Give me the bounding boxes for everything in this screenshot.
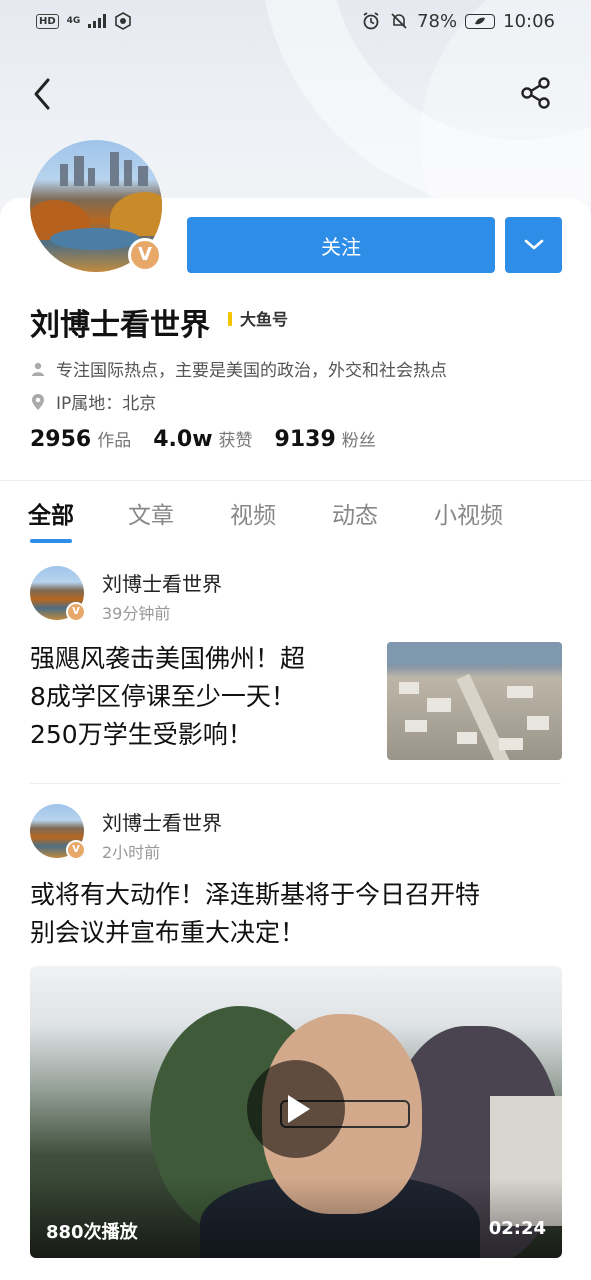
battery-icon (465, 13, 496, 29)
post-title-line: 别会议并宣布重大决定！ (30, 918, 306, 947)
hd-indicator: HD (36, 13, 59, 29)
alarm-icon (363, 12, 379, 30)
video-view-count: 880次播放 (46, 1222, 138, 1243)
section-divider (0, 480, 591, 481)
profile-stats: 2956 作品 4.0w 获赞 9139 粉丝 (30, 426, 376, 452)
post-title-line: 250万学生受影响！ (30, 720, 253, 749)
post-title[interactable]: 或将有大动作！泽连斯基将于今日召开特 别会议并宣布重大决定！ (30, 876, 480, 952)
ip-location-text: IP属地：北京 (56, 394, 157, 414)
verified-badge-icon: V (66, 840, 86, 860)
battery-percent: 78% (417, 10, 458, 32)
status-bar-right: 78% 10:06 (361, 11, 555, 32)
tag-marker (228, 312, 232, 326)
stat-fans[interactable]: 9139 粉丝 (275, 426, 376, 452)
post-title-line: 或将有大动作！泽连斯基将于今日召开特 (30, 880, 481, 909)
post-divider (30, 783, 561, 784)
stat-value: 4.0w (153, 427, 213, 452)
post-title-line: 强飓风袭击美国佛州！超 (30, 644, 306, 673)
chevron-down-icon (524, 239, 543, 250)
verified-badge-icon: V (66, 602, 86, 622)
person-icon (30, 361, 46, 377)
stat-label: 获赞 (218, 431, 253, 451)
share-button[interactable] (518, 76, 556, 110)
content-tabs: 全部 文章 视频 动态 小视频 (0, 496, 591, 546)
verified-badge-icon: V (128, 238, 162, 272)
active-tab-indicator (30, 539, 72, 543)
stat-value: 9139 (274, 427, 336, 452)
back-button[interactable] (28, 74, 64, 114)
share-icon (521, 77, 550, 109)
post-thumbnail[interactable] (387, 642, 562, 760)
signal-icon (88, 14, 107, 28)
vpn-icon (115, 12, 132, 30)
stat-value: 2956 (30, 427, 92, 452)
status-bar: HD 4G 78% 10:06 (0, 0, 591, 42)
post-author-name[interactable]: 刘博士看世界 (102, 568, 222, 597)
status-bar-left: HD 4G (36, 12, 132, 30)
video-player[interactable]: 880次播放 02:24 (30, 966, 562, 1258)
tab-articles[interactable]: 文章 (128, 496, 174, 530)
post-title[interactable]: 强飓风袭击美国佛州！超 8成学区停课至少一天！ 250万学生受影响！ (30, 640, 305, 754)
tab-updates[interactable]: 动态 (332, 496, 378, 530)
account-type-tag: 大鱼号 (240, 310, 289, 329)
ip-row: IP属地：北京 (30, 389, 156, 414)
bio-row: 专注国际热点，主要是美国的政治，外交和社会热点 (30, 356, 447, 381)
chevron-left-icon (34, 78, 50, 110)
network-type: 4G (66, 15, 81, 26)
follow-button[interactable]: 关注 (187, 217, 495, 273)
profile-name: 刘博士看世界 (30, 308, 210, 343)
post-author-name[interactable]: 刘博士看世界 (102, 807, 222, 836)
location-icon (30, 393, 46, 410)
tab-all[interactable]: 全部 (28, 496, 74, 530)
tab-short-videos[interactable]: 小视频 (434, 496, 503, 530)
post-timestamp: 2小时前 (102, 843, 161, 862)
mute-icon (391, 13, 407, 29)
play-button[interactable] (247, 1060, 345, 1158)
stat-likes[interactable]: 4.0w 获赞 (153, 426, 252, 452)
play-icon (288, 1095, 310, 1123)
bio-text: 专注国际热点，主要是美国的政治，外交和社会热点 (56, 361, 447, 381)
stat-works[interactable]: 2956 作品 (30, 426, 131, 452)
video-duration: 02:24 (488, 1218, 546, 1239)
tab-videos[interactable]: 视频 (230, 496, 276, 530)
post-timestamp: 39分钟前 (102, 604, 171, 623)
follow-options-button[interactable] (505, 217, 562, 273)
stat-label: 粉丝 (341, 431, 376, 451)
clock: 10:06 (503, 10, 555, 32)
post-title-line: 8成学区停课至少一天！ (30, 682, 296, 711)
stat-label: 作品 (97, 431, 132, 451)
